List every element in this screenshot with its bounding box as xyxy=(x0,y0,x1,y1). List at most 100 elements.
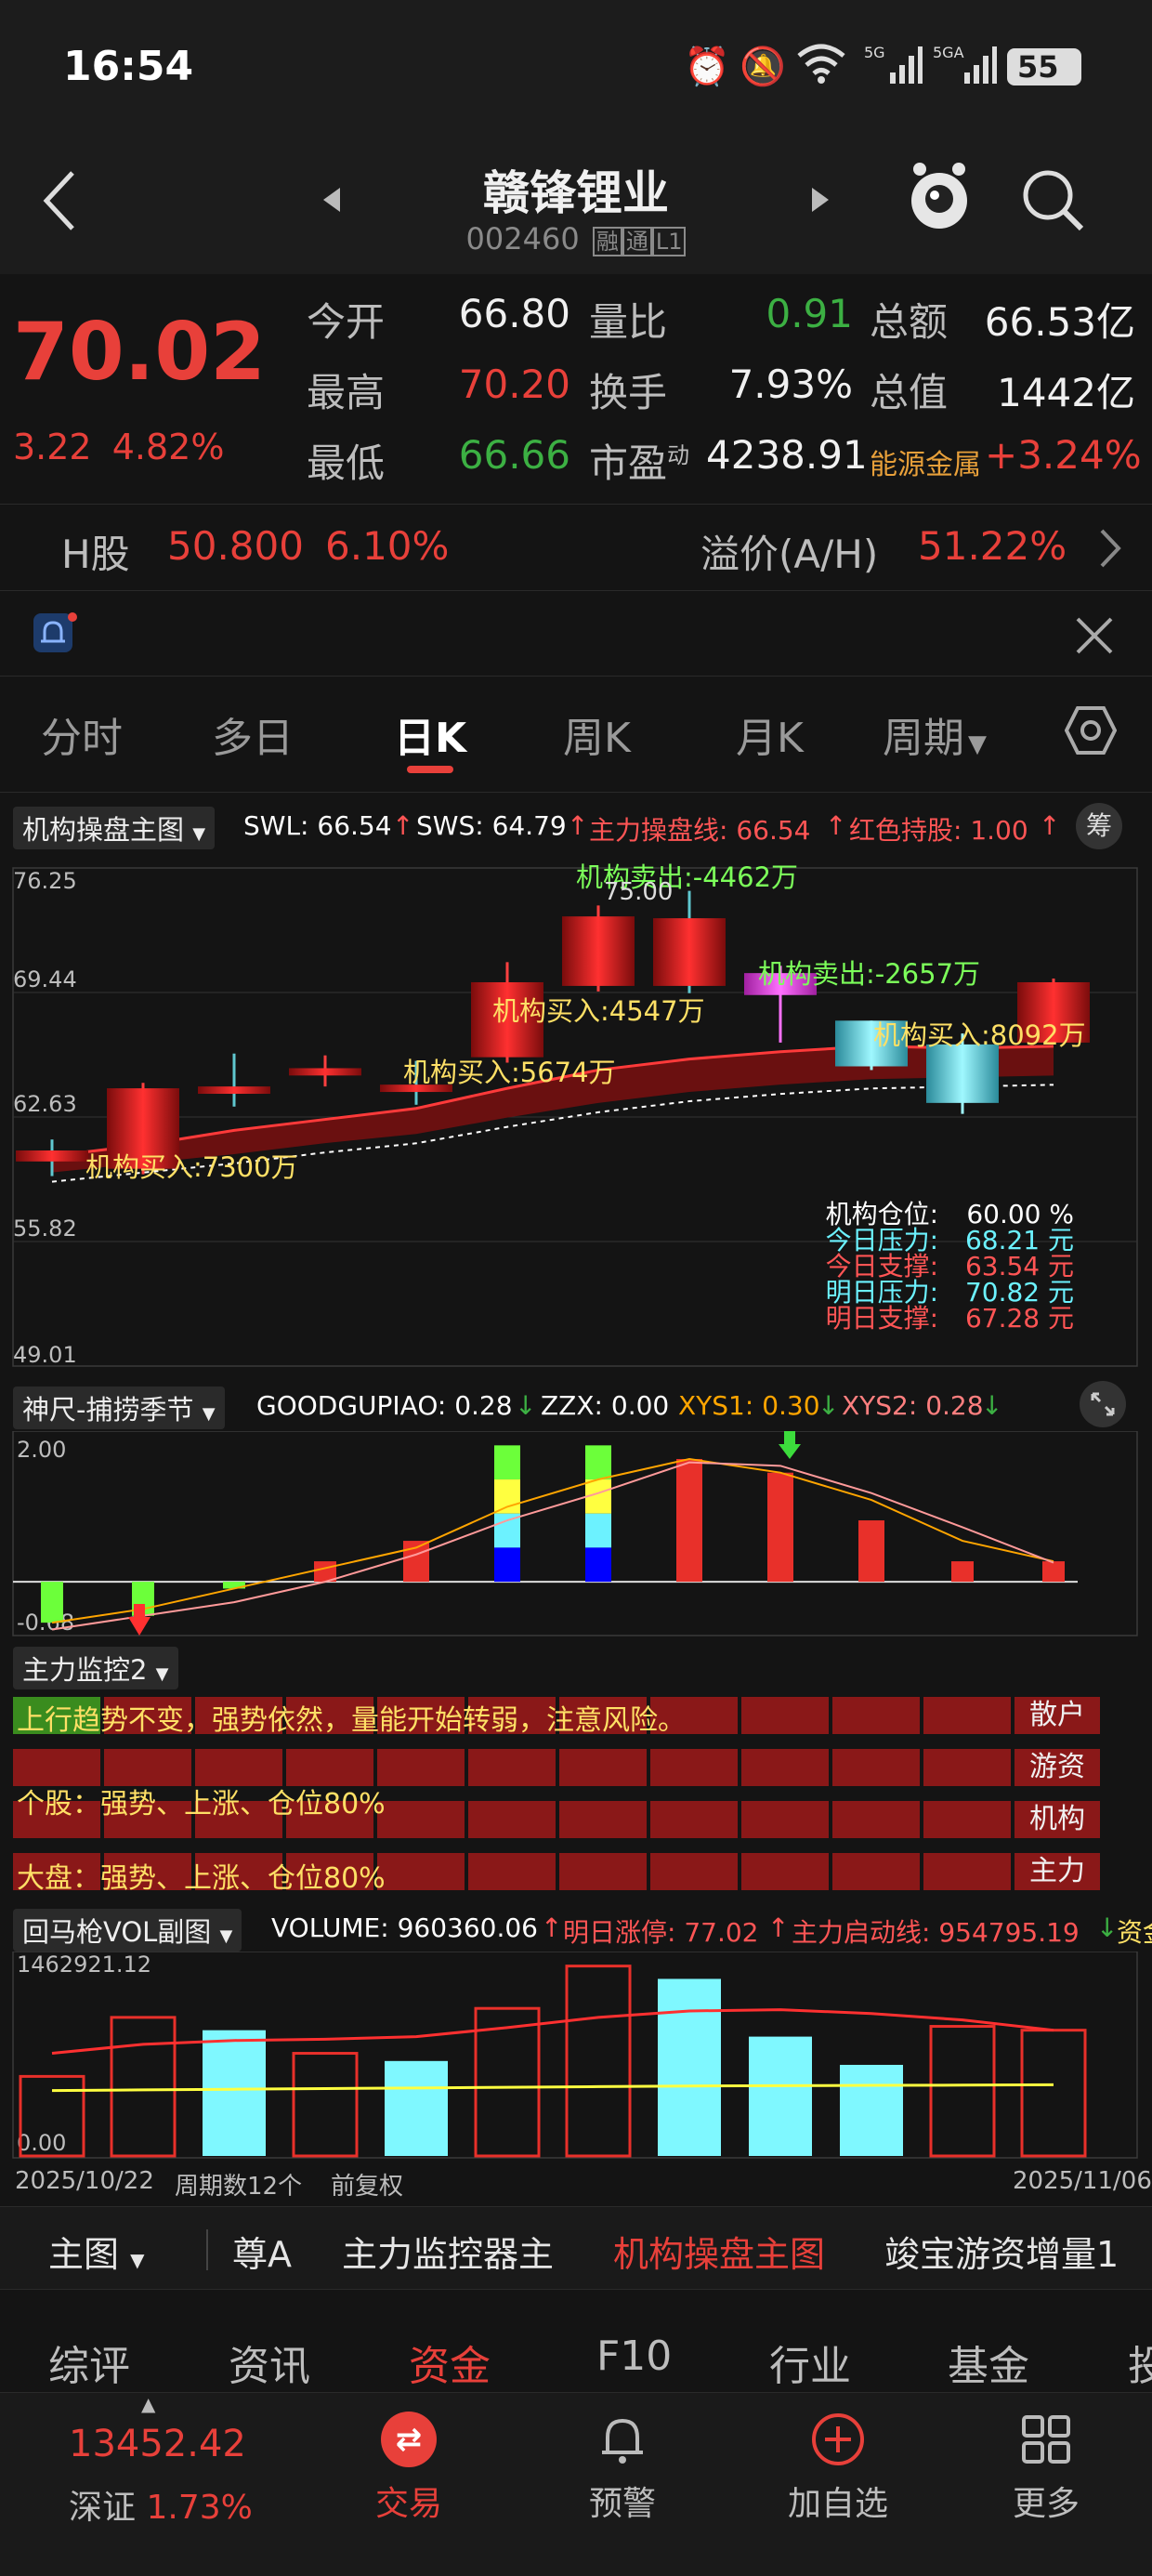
h-share-row[interactable]: H股 50.800 6.10% 溢价(A/H) 51.22% xyxy=(0,505,1152,591)
h-share-price: 50.800 xyxy=(167,523,304,569)
tab-daily-k[interactable]: 日K xyxy=(394,704,466,764)
trade-icon: ⇄ xyxy=(381,2412,437,2467)
indicator-item-active[interactable]: 机构操盘主图 xyxy=(613,2226,825,2277)
sub1-indicator-select[interactable]: 神尺-捕捞季节 ▼ xyxy=(13,1387,225,1429)
tab-invest[interactable]: 投 xyxy=(1128,2333,1152,2392)
price-change: 3.22 4.82% xyxy=(13,427,224,467)
sub1-param-good-arrow: ↓ xyxy=(515,1390,537,1421)
oscillator-bar xyxy=(858,1520,884,1583)
svg-text:5G: 5G xyxy=(864,44,885,61)
market-cap-label: 总值 xyxy=(870,370,949,415)
oscillator-bar xyxy=(1042,1561,1065,1583)
indicator-item[interactable]: 主力监控器主 xyxy=(342,2226,554,2277)
tab-period[interactable]: 周期 ▼ xyxy=(883,704,987,764)
y-tick-label: 55.82 xyxy=(13,1216,77,1242)
stock-code-row: 002460 融通 L1 xyxy=(390,221,762,256)
caret-down-icon: ▼ xyxy=(968,730,987,758)
monitor-cell xyxy=(650,1749,738,1786)
oscillator-chart[interactable]: 2.00-0.68 xyxy=(0,1431,1152,1637)
chevron-right-icon[interactable] xyxy=(1096,525,1124,572)
adjust-mode[interactable]: 前复权 xyxy=(331,2167,403,2201)
index-row[interactable]: 深证 1.73% xyxy=(69,2480,253,2529)
wifi-icon xyxy=(795,43,847,84)
nav-alert[interactable]: 预警 xyxy=(567,2412,678,2525)
main-param-main-line: 主力操盘线: 66.54 xyxy=(589,815,811,846)
signal-5ga-icon: 5GA xyxy=(933,43,998,85)
nav-more[interactable]: 更多 xyxy=(990,2412,1102,2525)
tab-fund[interactable]: 基金 xyxy=(948,2333,1029,2392)
chart-frame xyxy=(12,1952,1138,2159)
trade-annotation: 机构买入:5674万 xyxy=(403,1057,616,1088)
date-start: 2025/10/22 xyxy=(15,2167,154,2195)
monitor-label-hot-money: 游资 xyxy=(1015,1749,1100,1786)
tab-monthly-k[interactable]: 月K xyxy=(736,704,804,764)
indicator-divider xyxy=(206,2229,208,2270)
main-indicator-select[interactable]: 机构操盘主图 ▼ xyxy=(13,807,216,849)
sub1-param-xys1-arrow: ↓ xyxy=(818,1390,840,1421)
sub1-indicator-label: 神尺-捕捞季节 xyxy=(22,1394,194,1426)
monitor-indicator-select[interactable]: 主力监控2 ▼ xyxy=(13,1647,178,1689)
tab-weekly-k[interactable]: 周K xyxy=(563,704,631,764)
monitor-cell xyxy=(650,1853,738,1890)
high-label: 最高 xyxy=(307,370,386,415)
search-icon[interactable] xyxy=(1020,167,1085,232)
sector-pct[interactable]: +3.24% xyxy=(985,432,1142,478)
monitor-cell xyxy=(923,1697,1011,1734)
sector-name[interactable]: 能源金属 xyxy=(870,441,981,482)
tab-industry[interactable]: 行业 xyxy=(769,2333,851,2392)
back-icon[interactable] xyxy=(37,167,84,232)
volume-bar xyxy=(292,2052,359,2158)
close-icon[interactable] xyxy=(1074,615,1115,656)
caret-up-icon: ▲ xyxy=(141,2393,156,2415)
oscillator-bar-segment xyxy=(585,1445,611,1480)
sell-arrow-icon xyxy=(779,1431,801,1459)
volume-bar xyxy=(1020,2029,1087,2158)
volume-indicator-select[interactable]: 回马枪VOL副图 ▼ xyxy=(13,1909,242,1952)
main-param-sws-arrow: ↑ xyxy=(567,810,589,841)
candlestick-chart[interactable]: 76.2569.4462.6355.8249.01机构卖出:-4462万机构卖出… xyxy=(0,853,1152,1373)
oscillator-bar-segment xyxy=(494,1479,520,1514)
mute-icon: 🔕 xyxy=(740,46,786,88)
sub1-param-xys2-arrow: ↓ xyxy=(981,1390,1003,1421)
indicator-item[interactable]: 竣宝游资增量1 xyxy=(884,2226,1119,2277)
tab-overview[interactable]: 综评 xyxy=(48,2333,130,2392)
active-tab-indicator xyxy=(407,766,453,773)
main-param-sws: SWS: 64.79 xyxy=(416,810,567,841)
quote-panel: 70.02 3.22 4.82% 今开 66.80 量比 0.91 总额 66.… xyxy=(0,274,1152,505)
indicator-bar: 主图 ▼ 尊A 主力监控器主 机构操盘主图 竣宝游资增量1 xyxy=(0,2206,1152,2290)
prev-stock-icon[interactable] xyxy=(321,186,344,214)
stock-header: 赣锋锂业 002460 融通 L1 xyxy=(0,139,1152,274)
caret-down-icon: ▼ xyxy=(192,824,206,844)
sub1-param-good: GOODGUPIAO: 0.28 xyxy=(256,1390,513,1421)
settings-icon[interactable] xyxy=(1064,704,1118,756)
expand-icon[interactable] xyxy=(1080,1381,1126,1427)
monitor-cell xyxy=(923,1801,1011,1838)
main-chart-select-label: 主图 xyxy=(48,2234,120,2275)
volume-chart[interactable]: 1462921.12 0.00 xyxy=(0,1952,1152,2162)
chip-button[interactable]: 筹 xyxy=(1076,803,1122,849)
info-panel-label: 明日支撑: xyxy=(826,1303,938,1334)
tab-f10[interactable]: F10 xyxy=(596,2333,672,2380)
open-label: 今开 xyxy=(307,299,386,345)
next-stock-icon[interactable] xyxy=(808,186,831,214)
volume-ma-yellow xyxy=(51,2083,1054,2093)
mascot-icon[interactable] xyxy=(907,158,972,232)
index-value[interactable]: 13452.42 xyxy=(69,2423,246,2465)
tab-intraday[interactable]: 分时 xyxy=(41,704,123,764)
indicator-item[interactable]: 尊A xyxy=(232,2226,292,2277)
bell-icon[interactable] xyxy=(32,611,78,658)
monitor-cell xyxy=(468,1749,556,1786)
tab-funds[interactable]: 资金 xyxy=(409,2333,491,2392)
monitor-cell xyxy=(377,1749,465,1786)
oscillator-bar-segment xyxy=(494,1445,520,1480)
y-tick-label: 1462921.12 xyxy=(17,1952,151,1978)
nav-add-watchlist[interactable]: 加自选 xyxy=(773,2412,903,2525)
monitor-cell xyxy=(832,1801,920,1838)
tab-news[interactable]: 资讯 xyxy=(229,2333,310,2392)
tab-multiday[interactable]: 多日 xyxy=(212,704,294,764)
stock-title: 赣锋锂业 xyxy=(483,166,669,220)
vol-param-limit: 明日涨停: 77.02 xyxy=(563,1917,759,1948)
main-chart-select[interactable]: 主图 ▼ xyxy=(48,2226,145,2277)
volume-bar xyxy=(929,2025,996,2158)
nav-trade[interactable]: ⇄ 交易 xyxy=(353,2412,465,2525)
